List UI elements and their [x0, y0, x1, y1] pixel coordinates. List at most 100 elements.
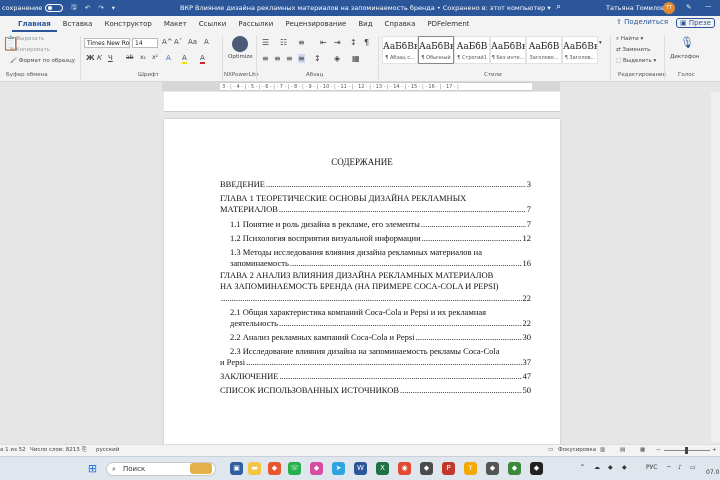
zoom-slider-thumb[interactable]	[685, 447, 688, 454]
app-icon[interactable]: ◆	[420, 462, 433, 475]
whatsapp-icon[interactable]: ☏	[288, 462, 301, 475]
yandex-icon[interactable]: Y	[464, 462, 477, 475]
tab-review[interactable]: Рецензирование	[279, 16, 352, 32]
toc-entry[interactable]: запоминаемость 16	[230, 258, 531, 268]
vertical-scrollbar[interactable]	[711, 92, 720, 442]
toc-entry[interactable]: 2.2 Анализ рекламных кампаний Coca-Cola …	[230, 332, 531, 342]
share-button[interactable]: ⇪ Поделиться	[616, 18, 668, 26]
line-spacing-icon[interactable]: ↕	[314, 54, 321, 63]
minimize-icon[interactable]: —	[705, 2, 712, 10]
cloud-icon[interactable]: ☁	[594, 464, 600, 471]
italic-button[interactable]: К	[97, 54, 102, 62]
redo-icon[interactable]: ↷	[98, 4, 103, 12]
justify-icon[interactable]: ≡	[298, 54, 305, 63]
optimize-icon[interactable]	[232, 36, 248, 52]
toc-entry[interactable]: СПИСОК ИСПОЛЬЗОВАННЫХ ИСТОЧНИКОВ 50	[220, 385, 531, 395]
chrome-icon[interactable]: ◉	[398, 462, 411, 475]
align-right-icon[interactable]: ≡	[286, 54, 293, 63]
toc-entry[interactable]: 1.1 Понятие и роль дизайна в рекламе, ег…	[230, 219, 531, 229]
pilcrow-icon[interactable]: ¶	[364, 38, 369, 47]
style-tile[interactable]: АаБбВв ¶ Без инте...	[490, 36, 526, 64]
word-icon[interactable]: W	[354, 462, 367, 475]
tab-insert[interactable]: Вставка	[57, 16, 99, 32]
grow-font-button[interactable]: A^	[162, 38, 173, 46]
borders-icon[interactable]: ▦	[352, 54, 360, 63]
text-effects-button[interactable]: A	[166, 54, 171, 62]
toc-entry[interactable]: 1.2 Психология восприятия визуальной инф…	[230, 233, 531, 243]
clear-format-button[interactable]: A	[204, 38, 209, 46]
customize-icon[interactable]: ▾	[112, 4, 115, 12]
battery-icon[interactable]: ▭	[690, 464, 696, 471]
dictate-button[interactable]: Диктофон	[670, 54, 699, 60]
word-count[interactable]: Число слов: 8213	[30, 447, 80, 453]
pen-icon[interactable]: ✎	[686, 3, 691, 11]
tab-view[interactable]: Вид	[352, 16, 378, 32]
focus-icon[interactable]: ▭	[548, 447, 553, 453]
multilevel-list-icon[interactable]: ≡	[298, 38, 305, 47]
volume-icon[interactable]: ♪	[678, 464, 682, 471]
language-indicator[interactable]: РУС	[646, 464, 657, 471]
tab-layout[interactable]: Макет	[158, 16, 193, 32]
previous-page-end[interactable]	[164, 92, 560, 112]
increase-indent-icon[interactable]: ⇥	[334, 38, 341, 47]
font-size-box[interactable]: 14	[132, 38, 158, 48]
tab-pdfelement[interactable]: PDFelement	[421, 16, 475, 32]
toc-entry[interactable]: ВВЕДЕНИЕ 3	[220, 179, 531, 189]
decrease-indent-icon[interactable]: ⇤	[320, 38, 327, 47]
widget-icon[interactable]	[190, 463, 212, 474]
toc-entry-line1[interactable]: 1.3 Методы исследования влияния дизайна …	[230, 247, 531, 257]
toc-entry-line2[interactable]: НА ЗАПОМИНАЕМОСТЬ БРЕНДА (НА ПРИМЕРЕ COC…	[220, 281, 531, 291]
app-icon[interactable]: ◆	[310, 462, 323, 475]
find-button[interactable]: ⌕ Найти ▾	[616, 36, 643, 43]
underline-button[interactable]: Ч	[108, 54, 113, 62]
styles-more-icon[interactable]: ▾	[599, 40, 602, 46]
toc-entry-line1[interactable]: ГЛАВА 1 ТЕОРЕТИЧЕСКИЕ ОСНОВЫ ДИЗАЙНА РЕК…	[220, 193, 531, 203]
toc-entry[interactable]: деятельность 22	[230, 318, 531, 328]
align-center-icon[interactable]: ≡	[274, 54, 281, 63]
superscript-button[interactable]: x²	[152, 54, 158, 61]
tab-mailings[interactable]: Рассылки	[232, 16, 279, 32]
toc-entry[interactable]: 22	[220, 293, 532, 303]
toc-entry[interactable]: МАТЕРИАЛОВ 7	[220, 204, 531, 214]
tab-design[interactable]: Конструктор	[98, 16, 157, 32]
focus-mode[interactable]: Фокусировка	[558, 447, 596, 453]
change-case-button[interactable]: Aa	[188, 38, 197, 46]
cut-button[interactable]: ✂ Вырезать	[10, 36, 44, 42]
strike-button[interactable]: ab	[126, 54, 134, 61]
tray-app-icon[interactable]: ◆	[608, 464, 613, 471]
avatar[interactable]: ТТ	[663, 2, 675, 14]
tray-app-icon[interactable]: ◆	[622, 464, 627, 471]
proofing-icon[interactable]: ⎘	[82, 447, 86, 454]
toc-entry[interactable]: и Pepsi 37	[220, 357, 531, 367]
bullets-icon[interactable]: ☰	[262, 38, 269, 47]
sort-icon[interactable]: ↕	[350, 38, 357, 47]
excel-icon[interactable]: X	[376, 462, 389, 475]
microphone-icon[interactable]: 🎙	[680, 36, 694, 49]
tab-home[interactable]: Главная	[12, 16, 57, 32]
autosave-toggle[interactable]	[45, 4, 64, 12]
present-button[interactable]: ▣ Презе	[676, 18, 715, 28]
font-name-box[interactable]: Times New Roi	[84, 38, 130, 48]
app-icon[interactable]: ◆	[486, 462, 499, 475]
shrink-font-button[interactable]: Aˇ	[174, 38, 182, 46]
app-icon[interactable]: ◆	[530, 462, 543, 475]
language-indicator[interactable]: русский	[96, 447, 119, 453]
replace-button[interactable]: ⇄ Заменить	[616, 47, 650, 53]
task-view-icon[interactable]: ▣	[230, 462, 243, 475]
bold-button[interactable]: Ж	[86, 54, 95, 62]
font-color-button[interactable]: A	[200, 54, 205, 64]
tray-overflow-icon[interactable]: ^	[580, 464, 585, 471]
telegram-icon[interactable]: ➤	[332, 462, 345, 475]
horizontal-ruler[interactable]: 1 · ¦ · 1 · ⌂ · 1 · ¦ · 2 · ¦ · 3 · ¦ · …	[162, 82, 560, 91]
save-icon[interactable]: 🖫	[71, 3, 77, 14]
optimize-button[interactable]: Optimize	[228, 54, 253, 60]
style-tile[interactable]: АаБбВв ¶ Обычный	[418, 36, 454, 64]
search-icon[interactable]: ⌕	[556, 2, 561, 12]
document-page[interactable]: СОДЕРЖАНИЕ ВВЕДЕНИЕ3 ГЛАВА 1 ТЕОРЕТИЧЕСК…	[164, 119, 560, 449]
align-left-icon[interactable]: ≡	[262, 54, 269, 63]
toc-entry-line1[interactable]: 2.3 Исследование влияния дизайна на запо…	[230, 346, 531, 356]
copy-button[interactable]: ⧉ Копировать	[10, 47, 50, 54]
style-tile[interactable]: АаБбВв ¶ Заголов...	[562, 36, 598, 64]
undo-icon[interactable]: ↶	[85, 4, 90, 12]
tab-file[interactable]	[0, 16, 12, 32]
